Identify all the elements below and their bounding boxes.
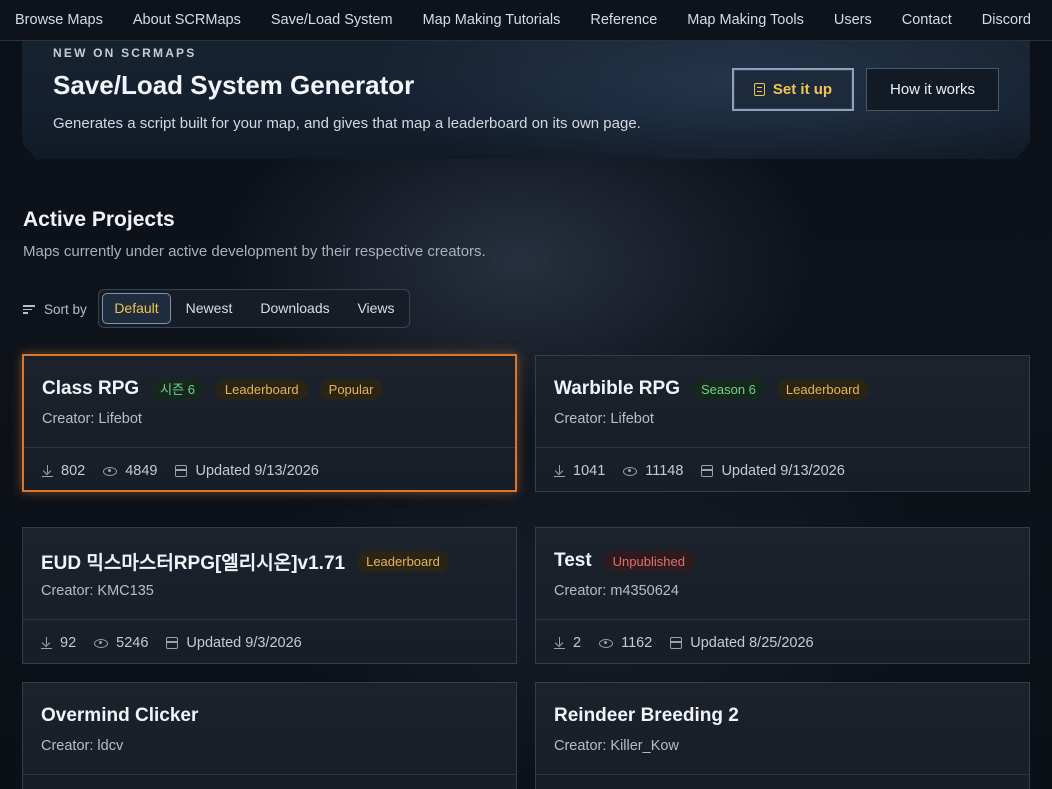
top-nav: Browse Maps About SCRMaps Save/Load Syst… (0, 0, 1052, 41)
card-creator: Creator: ldcv (41, 738, 124, 754)
nav-contact[interactable]: Contact (887, 12, 967, 28)
card-divider (23, 774, 516, 775)
project-card[interactable]: Reindeer Breeding 2 Creator: Killer_Kow (535, 682, 1030, 789)
card-creator: Creator: Killer_Kow (554, 738, 679, 754)
card-title: EUD 믹스마스터RPG[엘리시온]v1.71 (41, 552, 346, 574)
view-count: 5246 (116, 635, 149, 651)
view-count: 1162 (621, 635, 653, 651)
how-it-works-button[interactable]: How it works (866, 68, 999, 111)
view-count: 4849 (125, 463, 158, 479)
sort-icon (23, 304, 35, 314)
calendar-icon (701, 465, 714, 477)
download-icon (42, 465, 53, 477)
nav-discord[interactable]: Discord (967, 12, 1046, 28)
card-title: Warbible RPG (554, 378, 680, 399)
card-header: Test Unpublished (554, 549, 694, 573)
popular-badge: Popular (319, 378, 383, 400)
eye-icon (599, 638, 614, 648)
eye-icon (623, 466, 638, 476)
season-badge: Season 6 (691, 378, 765, 400)
sort-label: Sort by (23, 300, 87, 318)
set-it-up-label: Set it up (772, 81, 833, 98)
eye-icon (103, 466, 118, 476)
calendar-icon (166, 637, 179, 649)
download-count: 1041 (573, 463, 606, 479)
nav-save-load[interactable]: Save/Load System (256, 12, 408, 28)
download-count: 92 (60, 635, 77, 651)
download-count: 802 (61, 463, 86, 479)
calendar-icon (175, 465, 188, 477)
sort-options: Default Newest Downloads Views (98, 289, 410, 328)
updated-date: Updated 9/13/2026 (195, 463, 319, 479)
download-icon (41, 637, 52, 649)
download-icon (554, 465, 565, 477)
project-card[interactable]: Class RPG 시즌 6 Leaderboard Popular Creat… (22, 354, 517, 492)
sort-label-text: Sort by (44, 301, 87, 317)
sort-newest[interactable]: Newest (176, 290, 242, 327)
card-title: Overmind Clicker (41, 705, 199, 726)
nav-tools[interactable]: Map Making Tools (672, 12, 819, 28)
leaderboard-badge: Leaderboard (357, 550, 449, 572)
card-creator: Creator: KMC135 (41, 583, 154, 599)
nav-browse-maps[interactable]: Browse Maps (0, 12, 118, 28)
nav-users[interactable]: Users (819, 12, 887, 28)
leaderboard-badge: Leaderboard (215, 378, 308, 400)
season-badge: 시즌 6 (151, 378, 204, 400)
nav-tutorials[interactable]: Map Making Tutorials (408, 12, 576, 28)
card-header: Overmind Clicker (41, 704, 198, 728)
card-divider (24, 447, 515, 448)
card-stats: 802 4849 Updated 9/13/2026 (42, 461, 337, 481)
download-icon (554, 637, 565, 649)
nav-reference[interactable]: Reference (575, 12, 672, 28)
hero-description: Generates a script built for your map, a… (53, 115, 641, 132)
updated-date: Updated 8/25/2026 (690, 635, 814, 651)
card-header: EUD 믹스마스터RPG[엘리시온]v1.71 Leaderboard (41, 549, 449, 574)
card-title: Class RPG (42, 378, 140, 399)
card-stats: 2 1162 Updated 8/25/2026 (554, 633, 832, 653)
view-count: 11148 (645, 463, 684, 479)
eye-icon (94, 638, 109, 648)
card-title: Reindeer Breeding 2 (554, 705, 739, 726)
document-icon (753, 83, 765, 96)
calendar-icon (670, 637, 683, 649)
card-header: Class RPG 시즌 6 Leaderboard Popular (42, 377, 383, 401)
project-card[interactable]: Warbible RPG Season 6 Leaderboard Creato… (535, 355, 1030, 492)
hero-eyebrow: NEW ON SCRMAPS (53, 46, 197, 60)
leaderboard-badge: Leaderboard (776, 378, 869, 400)
card-header: Warbible RPG Season 6 Leaderboard (554, 377, 869, 401)
card-stats: 1041 11148 Updated 9/13/2026 (554, 461, 863, 481)
download-count: 2 (573, 635, 582, 651)
updated-date: Updated 9/3/2026 (186, 635, 302, 651)
sort-downloads[interactable]: Downloads (247, 290, 343, 327)
project-card[interactable]: Overmind Clicker Creator: ldcv (22, 682, 517, 789)
card-divider (536, 447, 1029, 448)
nav-about[interactable]: About SCRMaps (118, 12, 256, 28)
card-divider (536, 619, 1029, 620)
project-card[interactable]: Test Unpublished Creator: m4350624 2 116… (535, 527, 1030, 664)
set-it-up-button[interactable]: Set it up (732, 68, 854, 111)
card-title: Test (554, 550, 592, 571)
card-creator: Creator: Lifebot (42, 411, 142, 427)
hero-banner: NEW ON SCRMAPS Save/Load System Generato… (22, 41, 1030, 159)
section-title: Active Projects (23, 208, 175, 231)
card-creator: Creator: m4350624 (554, 583, 679, 599)
updated-date: Updated 9/13/2026 (721, 463, 845, 479)
section-subtitle: Maps currently under active development … (23, 243, 486, 260)
card-creator: Creator: Lifebot (554, 411, 654, 427)
project-card[interactable]: EUD 믹스마스터RPG[엘리시온]v1.71 Leaderboard Crea… (22, 527, 517, 664)
card-header: Reindeer Breeding 2 (554, 704, 739, 728)
sort-default[interactable]: Default (102, 293, 171, 324)
card-divider (536, 774, 1029, 775)
unpublished-badge: Unpublished (603, 550, 694, 572)
card-stats: 92 5246 Updated 9/3/2026 (41, 633, 320, 653)
sort-views[interactable]: Views (346, 290, 406, 327)
hero-title: Save/Load System Generator (53, 70, 415, 100)
card-divider (23, 619, 516, 620)
